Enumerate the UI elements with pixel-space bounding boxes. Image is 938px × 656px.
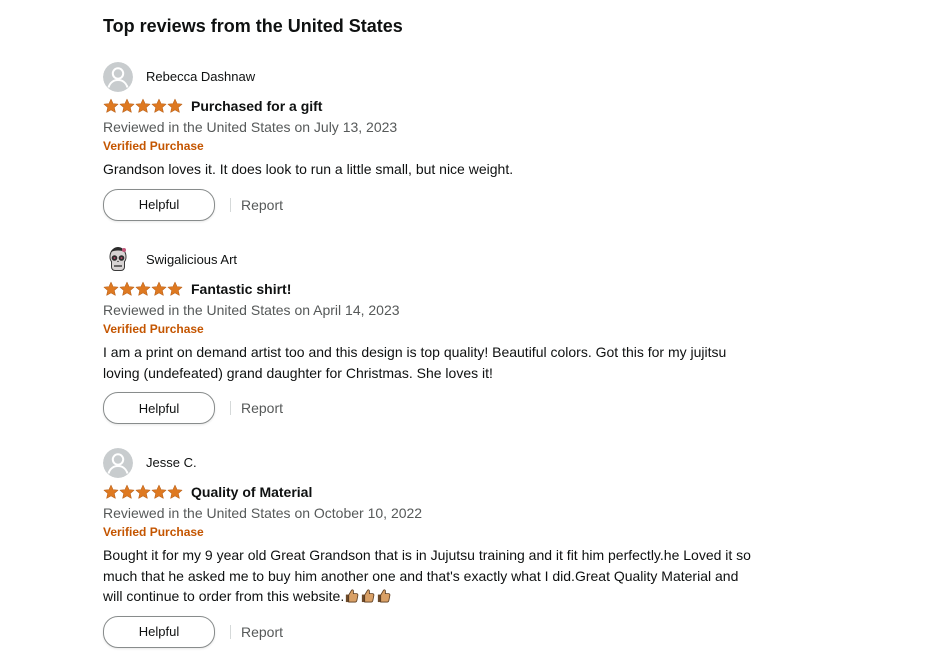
star-rating[interactable]: [103, 483, 183, 501]
reviewer-name[interactable]: Swigalicious Art: [146, 252, 237, 268]
review-item: Rebecca Dashnaw Purchased for a gift Rev…: [103, 61, 903, 221]
thumbs-up-icon: [344, 588, 359, 603]
review-item: Swigalicious Art Fantastic shirt! Review…: [103, 244, 903, 424]
review-title[interactable]: Purchased for a gift: [191, 96, 322, 116]
helpful-button[interactable]: Helpful: [103, 188, 215, 221]
verified-purchase-badge[interactable]: Verified Purchase: [103, 524, 903, 540]
emoji-group: [344, 588, 391, 603]
star-icon: [167, 98, 183, 114]
star-icon: [167, 484, 183, 500]
sugar-skull-avatar-icon: [103, 245, 133, 275]
default-avatar-icon: [103, 62, 133, 92]
star-icon: [135, 281, 151, 297]
review-body-line: I am a print on demand artist too and th…: [103, 344, 727, 360]
review-body-line: Bought it for my 9 year old Great Grands…: [103, 547, 751, 563]
review-body-line: loving (undefeated) grand daughter for C…: [103, 364, 493, 381]
star-rating[interactable]: [103, 97, 183, 115]
star-icon: [103, 484, 119, 500]
reviewer-name[interactable]: Jesse C.: [146, 455, 197, 471]
reviewer-profile[interactable]: Rebecca Dashnaw: [103, 61, 903, 93]
star-rating[interactable]: [103, 280, 183, 298]
review-item: Jesse C. Quality of Material Reviewed in…: [103, 447, 903, 648]
review-body: Grandson loves it. It does look to run a…: [103, 159, 793, 180]
report-link[interactable]: Report: [241, 195, 283, 215]
helpful-button[interactable]: Helpful: [103, 615, 215, 648]
thumbs-up-icon: [376, 588, 391, 603]
review-body: Bought it for my 9 year old Great Grands…: [103, 545, 793, 607]
review-title[interactable]: Fantastic shirt!: [191, 279, 291, 299]
star-icon: [151, 484, 167, 500]
section-title: Top reviews from the United States: [103, 16, 403, 36]
review-date: Reviewed in the United States on October…: [103, 505, 423, 521]
star-icon: [119, 98, 135, 114]
verified-purchase-badge[interactable]: Verified Purchase: [103, 321, 903, 337]
star-icon: [119, 281, 135, 297]
star-icon: [135, 484, 151, 500]
verified-purchase-badge[interactable]: Verified Purchase: [103, 138, 903, 154]
star-icon: [135, 98, 151, 114]
star-icon: [103, 281, 119, 297]
review-date: Reviewed in the United States on April 1…: [103, 302, 400, 318]
divider: [230, 401, 231, 415]
review-body-line: will continue to order from this website…: [103, 588, 345, 604]
star-icon: [103, 98, 119, 114]
report-link[interactable]: Report: [241, 398, 283, 418]
star-icon: [167, 281, 183, 297]
review-body-line: much that he asked me to buy him another…: [103, 567, 739, 584]
review-body-line-last: will continue to order from this website…: [103, 586, 793, 607]
review-body: I am a print on demand artist too and th…: [103, 342, 793, 383]
reviewer-profile[interactable]: Swigalicious Art: [103, 244, 903, 276]
review-title[interactable]: Quality of Material: [191, 482, 312, 502]
reviewer-name[interactable]: Rebecca Dashnaw: [146, 69, 255, 85]
reviewer-profile[interactable]: Jesse C.: [103, 447, 903, 479]
divider: [230, 197, 231, 212]
star-icon: [151, 98, 167, 114]
divider: [230, 624, 231, 639]
thumbs-up-icon: [360, 588, 375, 603]
review-date: Reviewed in the United States on July 13…: [103, 119, 398, 135]
report-link[interactable]: Report: [241, 622, 283, 642]
default-avatar-icon: [103, 448, 133, 478]
star-icon: [119, 484, 135, 500]
star-icon: [151, 281, 167, 297]
helpful-button[interactable]: Helpful: [103, 392, 215, 424]
review-body-text: Grandson loves it. It does look to run a…: [103, 161, 514, 177]
